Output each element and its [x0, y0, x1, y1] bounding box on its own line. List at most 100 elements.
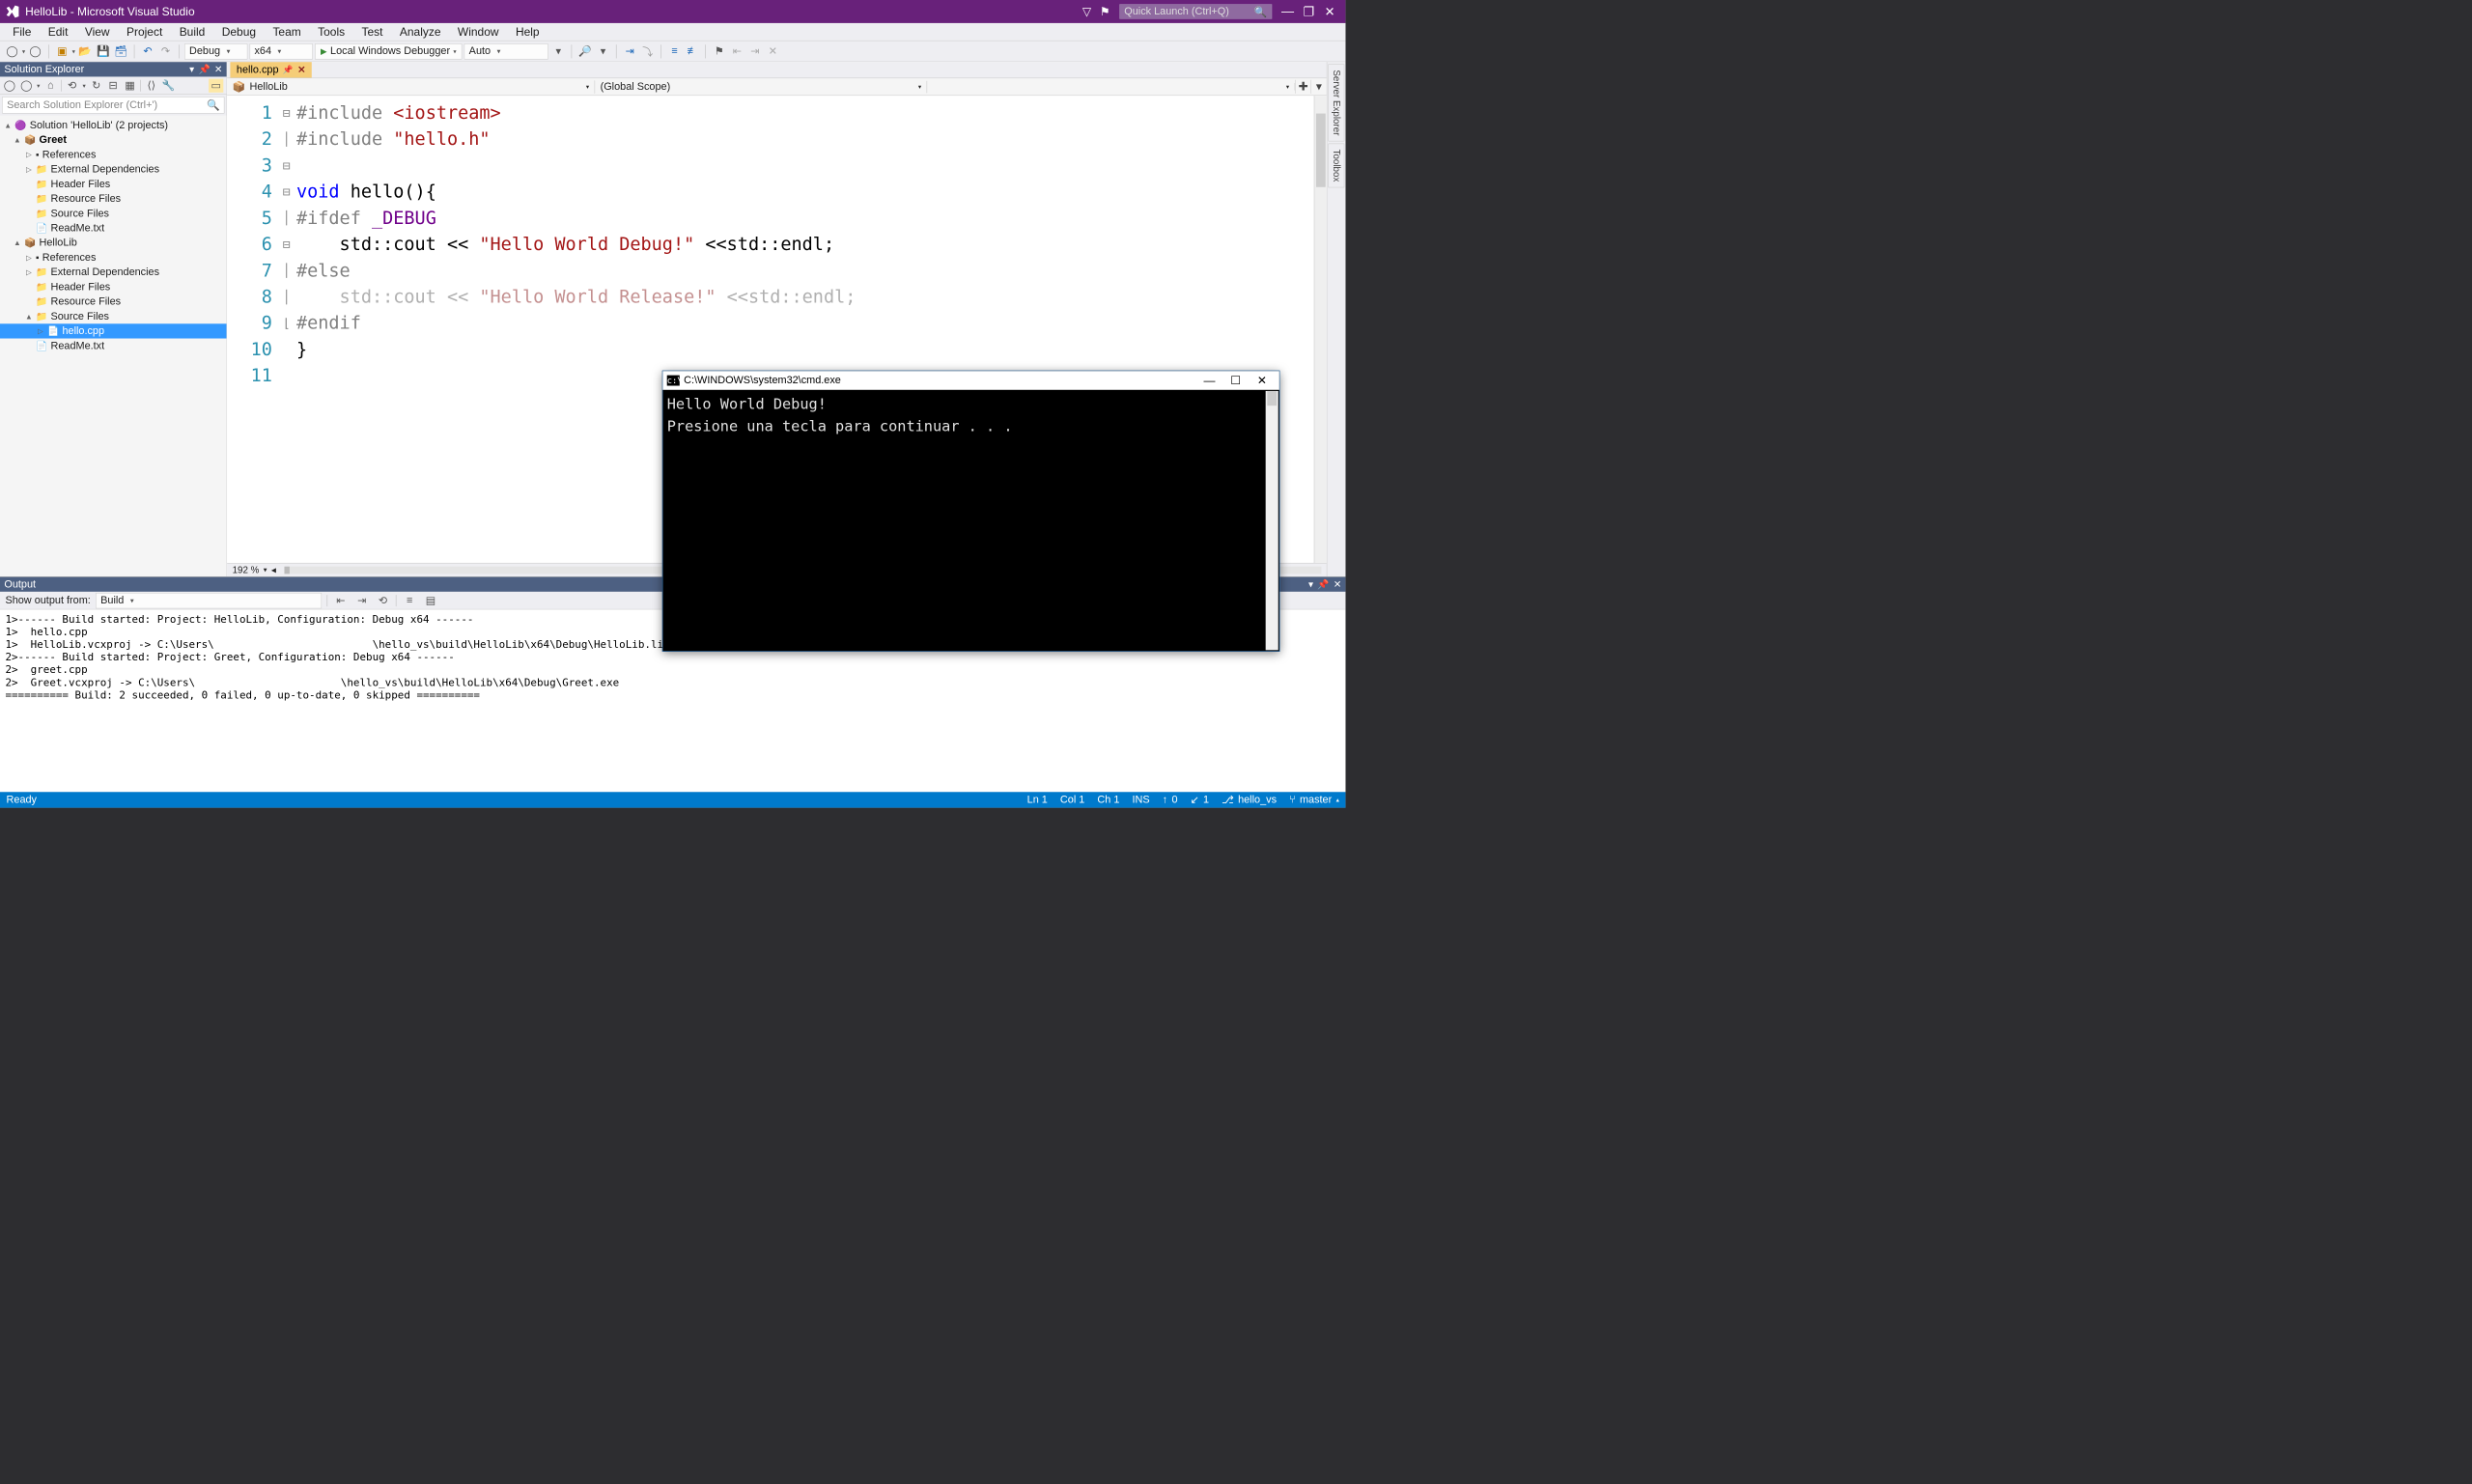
toolbar-dropdown[interactable]: ▾ [550, 43, 566, 59]
split-icon[interactable]: ✚ [1295, 80, 1310, 94]
back-icon[interactable]: ◯ [20, 79, 33, 93]
hellolib-header-files[interactable]: 📁Header Files [0, 280, 227, 294]
status-branch[interactable]: ⑂master▴ [1289, 794, 1339, 806]
prop-icon[interactable]: 🔧 [162, 79, 175, 93]
menu-tools[interactable]: Tools [309, 23, 352, 42]
close-panel-icon[interactable]: ✕ [1334, 579, 1341, 590]
menu-debug[interactable]: Debug [213, 23, 265, 42]
refresh-icon[interactable]: ↻ [90, 79, 102, 93]
start-debugging-button[interactable]: ▶Local Windows Debugger▾ [315, 43, 463, 59]
console-vscrollbar[interactable] [1266, 391, 1278, 650]
bookmark-button[interactable]: ⚑ [712, 43, 727, 59]
solution-explorer-header[interactable]: Solution Explorer ▾📌✕ [0, 62, 227, 76]
open-file-button[interactable]: 📂 [77, 43, 93, 59]
platform-combo[interactable]: x64▾ [250, 43, 313, 59]
editor-vscrollbar[interactable] [1314, 96, 1327, 563]
zoom-arrow[interactable]: ▾ [264, 566, 267, 574]
step-over-button[interactable]: ⤵ [640, 43, 656, 59]
greet-resource-files[interactable]: 📁Resource Files [0, 191, 227, 206]
toggle-icon[interactable]: ▤ [423, 593, 438, 608]
nav-project-combo[interactable]: 📦HelloLib▾ [227, 80, 595, 94]
dropdown-icon[interactable]: ▾ [1310, 80, 1326, 94]
find-button[interactable]: 🔎 [577, 43, 593, 59]
fold-gutter[interactable]: ⊟│⊟⊟│⊟││⌊ [280, 96, 294, 563]
menu-project[interactable]: Project [118, 23, 171, 42]
hscroll-left[interactable]: ◂ [271, 565, 276, 575]
status-pull[interactable]: ↙1 [1191, 794, 1210, 807]
close-button[interactable]: ✕ [1319, 4, 1340, 19]
collapse-icon[interactable]: ⊟ [107, 79, 120, 93]
save-button[interactable]: 💾 [96, 43, 111, 59]
status-repo[interactable]: ⎇hello_vs [1222, 794, 1277, 807]
code-icon[interactable]: ⟨⟩ [145, 79, 157, 93]
toolbox-tab[interactable]: Toolbox [1328, 144, 1344, 188]
greet-source-files[interactable]: 📁Source Files [0, 206, 227, 220]
console-close[interactable]: ✕ [1249, 374, 1275, 387]
save-all-button[interactable]: 🗃 [113, 43, 128, 59]
prev-bookmark-button[interactable]: ⇤ [729, 43, 744, 59]
home-icon[interactable]: ◯ [3, 79, 15, 93]
wordwrap-icon[interactable]: ≡ [402, 593, 417, 608]
pin-icon[interactable]: 📌 [283, 65, 294, 75]
server-explorer-tab[interactable]: Server Explorer [1328, 64, 1344, 141]
solution-search-input[interactable]: Search Solution Explorer (Ctrl+')🔍 [2, 97, 224, 113]
hellolib-external-deps[interactable]: ▷📁External Dependencies [0, 265, 227, 279]
home2-icon[interactable]: ⌂ [44, 79, 57, 92]
clear-icon[interactable]: ⟲ [375, 593, 390, 608]
feedback-icon[interactable]: ⚑ [1100, 5, 1110, 18]
back-button[interactable]: ◯ [4, 43, 19, 59]
nav-scope-combo[interactable]: (Global Scope)▾ [595, 81, 927, 94]
menu-build[interactable]: Build [171, 23, 213, 42]
close-panel-icon[interactable]: ✕ [214, 64, 222, 74]
forward-button[interactable]: ◯ [27, 43, 42, 59]
close-tab-icon[interactable]: ✕ [297, 65, 305, 75]
showall-icon[interactable]: ▦ [124, 79, 136, 93]
uncomment-button[interactable]: ≢ [685, 43, 700, 59]
toolbar-dropdown-2[interactable]: ▾ [595, 43, 610, 59]
undo-button[interactable]: ↶ [140, 43, 155, 59]
greet-readme[interactable]: 📄ReadMe.txt [0, 221, 227, 236]
redo-button[interactable]: ↷ [157, 43, 173, 59]
threads-combo[interactable]: Auto▾ [464, 43, 548, 59]
new-project-button[interactable]: ▣ [54, 43, 70, 59]
project-greet[interactable]: ▲📦Greet [0, 132, 227, 147]
comment-button[interactable]: ≡ [666, 43, 682, 59]
step-into-button[interactable]: ⇥ [622, 43, 637, 59]
dropdown-icon[interactable]: ▾ [189, 64, 194, 74]
menu-team[interactable]: Team [265, 23, 310, 42]
greet-header-files[interactable]: 📁Header Files [0, 177, 227, 191]
status-push[interactable]: ↑0 [1163, 794, 1178, 806]
menu-file[interactable]: File [4, 23, 40, 42]
restore-button[interactable]: ❐ [1298, 4, 1319, 19]
hellolib-references[interactable]: ▷▪References [0, 250, 227, 265]
hellolib-resource-files[interactable]: 📁Resource Files [0, 294, 227, 309]
project-hellolib[interactable]: ▲📦HelloLib [0, 236, 227, 250]
menu-test[interactable]: Test [353, 23, 391, 42]
console-window[interactable]: c:\ C:\WINDOWS\system32\cmd.exe — ☐ ✕ He… [662, 371, 1280, 652]
menu-help[interactable]: Help [507, 23, 548, 42]
clear-bookmarks-button[interactable]: ✕ [765, 43, 780, 59]
nav-member-combo[interactable]: ▾ [927, 83, 1295, 91]
menu-edit[interactable]: Edit [40, 23, 76, 42]
preview-icon[interactable]: ▭ [209, 78, 223, 92]
solution-node[interactable]: ▲🟣Solution 'HelloLib' (2 projects) [0, 118, 227, 132]
solution-tree[interactable]: ▲🟣Solution 'HelloLib' (2 projects) ▲📦Gre… [0, 116, 227, 576]
greet-external-deps[interactable]: ▷📁External Dependencies [0, 162, 227, 177]
greet-references[interactable]: ▷▪References [0, 147, 227, 161]
hellolib-source-files[interactable]: ▲📁Source Files [0, 309, 227, 323]
hellolib-readme[interactable]: 📄ReadMe.txt [0, 339, 227, 353]
console-minimize[interactable]: — [1196, 374, 1222, 387]
next-bookmark-button[interactable]: ⇥ [747, 43, 763, 59]
console-maximize[interactable]: ☐ [1222, 374, 1249, 387]
console-title-bar[interactable]: c:\ C:\WINDOWS\system32\cmd.exe — ☐ ✕ [662, 371, 1278, 390]
menu-view[interactable]: View [76, 23, 118, 42]
notification-icon[interactable]: ▽ [1082, 5, 1091, 18]
pin-icon[interactable]: 📌 [1317, 579, 1329, 590]
sync-icon[interactable]: ⟲ [66, 79, 78, 93]
tab-hello-cpp[interactable]: hello.cpp📌✕ [230, 62, 311, 77]
hellolib-hello-cpp[interactable]: ▷📄hello.cpp [0, 323, 227, 338]
output-source-combo[interactable]: Build▾ [96, 593, 322, 608]
pin-icon[interactable]: 📌 [198, 64, 210, 74]
zoom-combo[interactable]: 192 % [233, 565, 260, 575]
configuration-combo[interactable]: Debug▾ [184, 43, 247, 59]
